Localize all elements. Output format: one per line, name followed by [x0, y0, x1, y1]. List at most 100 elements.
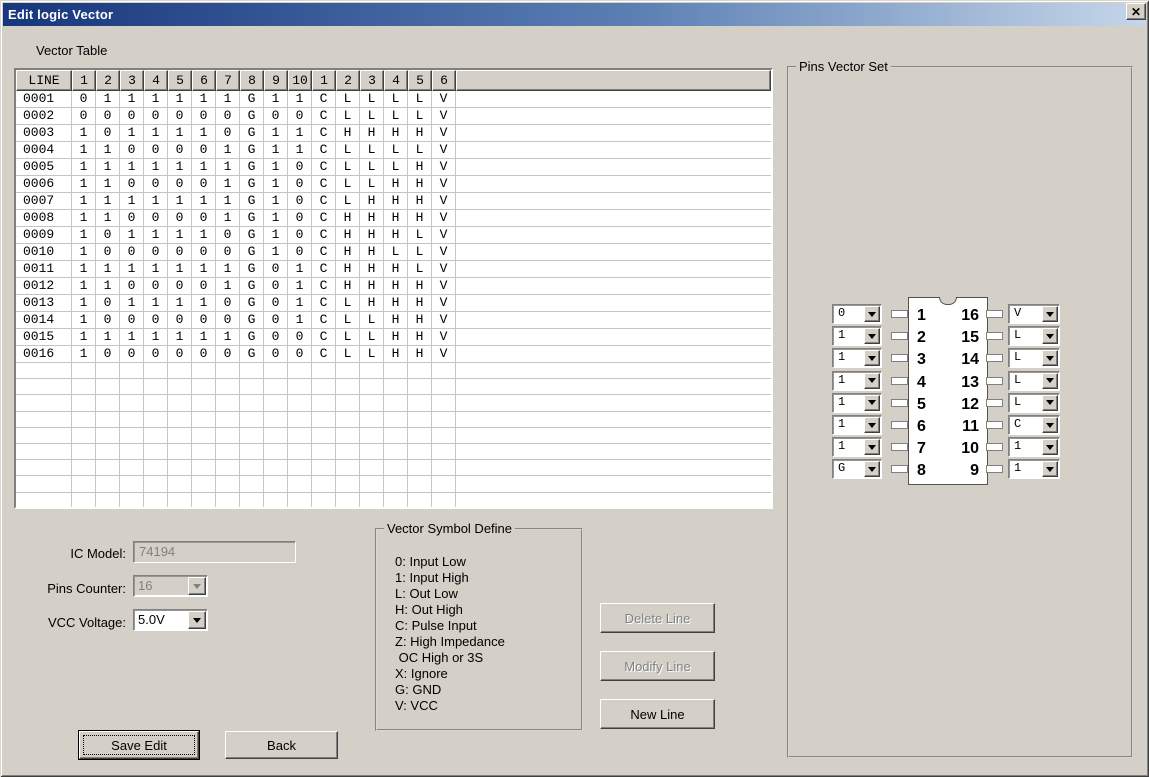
pin-7-select[interactable]: 1: [832, 437, 882, 458]
pin-9-select[interactable]: 1: [1008, 459, 1060, 480]
pin-4-select[interactable]: 1: [832, 370, 882, 391]
pin-2-select[interactable]: 1: [832, 326, 882, 347]
save-edit-button[interactable]: Save Edit: [79, 731, 199, 759]
table-row[interactable]: 0015 1 1 1 1 1 1 1 G 0 0 C L L H H V: [16, 329, 771, 346]
vector-cell: L: [360, 91, 384, 107]
pin-15-dropdown-button[interactable]: [1042, 328, 1058, 345]
vcc-voltage-dropdown-button[interactable]: [188, 611, 206, 629]
pin-9-dropdown-button[interactable]: [1042, 461, 1058, 478]
pin-5-value: 1: [834, 394, 864, 411]
vector-cell: 1: [192, 261, 216, 277]
pin-13-dropdown-button[interactable]: [1042, 372, 1058, 389]
empty-cell: [216, 411, 240, 427]
empty-cell: [384, 443, 408, 460]
empty-cell: [216, 395, 240, 411]
empty-cell: [408, 427, 432, 443]
line-number-cell: 0016: [16, 346, 72, 362]
pin-2-dropdown-button[interactable]: [864, 328, 880, 345]
table-row[interactable]: 0010 1 0 0 0 0 0 0 G 1 0 C H H L L V: [16, 244, 771, 261]
table-row[interactable]: 0013 1 0 1 1 1 1 0 G 0 1 C L H H H V: [16, 295, 771, 312]
pin-12-select[interactable]: L: [1008, 392, 1060, 413]
pin-11-dropdown-button[interactable]: [1042, 417, 1058, 433]
close-button[interactable]: ✕: [1126, 3, 1146, 20]
pin-14-dropdown-button[interactable]: [1042, 350, 1058, 367]
empty-cell: [264, 395, 288, 411]
back-button[interactable]: Back: [225, 731, 338, 759]
pin-6-dropdown-button[interactable]: [864, 417, 880, 433]
table-row[interactable]: 0008 1 1 0 0 0 0 1 G 1 0 C H H H H V: [16, 210, 771, 227]
empty-cell: [408, 379, 432, 395]
pin-5-select[interactable]: 1: [832, 392, 882, 413]
pin-15-select[interactable]: L: [1008, 326, 1060, 347]
table-row[interactable]: 0009 1 0 1 1 1 1 0 G 1 0 C H H H L V: [16, 227, 771, 244]
table-row[interactable]: 0005 1 1 1 1 1 1 1 G 1 0 C L L L H V: [16, 159, 771, 176]
pin-1-select[interactable]: 0: [832, 304, 882, 324]
pin-7-stub: [891, 443, 908, 452]
vector-cell: 1: [192, 91, 216, 107]
table-row[interactable]: 0002 0 0 0 0 0 0 0 G 0 0 C L L L L V: [16, 108, 771, 125]
vector-cell: 0: [216, 346, 240, 362]
vcc-voltage-select[interactable]: 5.0V: [133, 609, 208, 631]
pin-3-dropdown-button[interactable]: [864, 350, 880, 367]
pin-8-dropdown-button[interactable]: [864, 461, 880, 478]
pin-16-stub: [986, 310, 1003, 318]
empty-cell: [144, 411, 168, 427]
vector-cell: H: [384, 278, 408, 294]
pin-4-dropdown-button[interactable]: [864, 372, 880, 389]
pin-16-select[interactable]: V: [1008, 304, 1060, 324]
pin-10-select[interactable]: 1: [1008, 437, 1060, 458]
vector-cell: H: [408, 329, 432, 345]
column-header-16: 6: [432, 70, 456, 91]
table-row[interactable]: 0014 1 0 0 0 0 0 0 G 0 1 C L L H H V: [16, 312, 771, 329]
vector-cell: 1: [216, 210, 240, 226]
pin-13-select[interactable]: L: [1008, 370, 1060, 391]
pin-12-dropdown-button[interactable]: [1042, 394, 1058, 411]
pin-7-dropdown-button[interactable]: [864, 439, 880, 456]
pin-14-select[interactable]: L: [1008, 348, 1060, 369]
table-row[interactable]: 0003 1 0 1 1 1 1 0 G 1 1 C H H H H V: [16, 125, 771, 142]
pin-5-dropdown-button[interactable]: [864, 394, 880, 411]
pin-8-select[interactable]: G: [832, 459, 882, 480]
row-filler: [456, 125, 771, 141]
table-row[interactable]: 0007 1 1 1 1 1 1 1 G 1 0 C L H H H V: [16, 193, 771, 210]
pin-10-stub: [986, 443, 1003, 452]
table-row[interactable]: 0016 1 0 0 0 0 0 0 G 0 0 C L L H H V: [16, 346, 771, 363]
empty-cell: [432, 476, 456, 492]
vector-cell: L: [408, 108, 432, 124]
table-row[interactable]: 0006 1 1 0 0 0 0 1 G 1 0 C L L H H V: [16, 176, 771, 193]
new-line-button[interactable]: New Line: [600, 699, 715, 729]
vector-cell: 1: [72, 193, 96, 209]
empty-cell: [336, 443, 360, 460]
vector-cell: 1: [96, 176, 120, 192]
pin-14-stub: [986, 354, 1003, 363]
vector-cell: V: [432, 125, 456, 141]
row-filler: [456, 346, 771, 362]
table-row[interactable]: 0001 0 1 1 1 1 1 1 G 1 1 C L L L L V: [16, 91, 771, 108]
table-row[interactable]: 0012 1 1 0 0 0 0 1 G 0 1 C H H H H V: [16, 278, 771, 295]
table-row[interactable]: 0011 1 1 1 1 1 1 1 G 0 1 C H H H L V: [16, 261, 771, 278]
vector-cell: H: [408, 295, 432, 311]
vector-cell: L: [360, 176, 384, 192]
pin-10-dropdown-button[interactable]: [1042, 439, 1058, 456]
vector-cell: C: [312, 159, 336, 175]
vector-cell: 0: [216, 295, 240, 311]
empty-cell: [336, 411, 360, 427]
vector-cell: G: [240, 91, 264, 107]
empty-table-row: [16, 363, 771, 380]
vector-cell: 1: [264, 193, 288, 209]
vector-cell: V: [432, 159, 456, 175]
empty-cell: [216, 427, 240, 443]
vector-cell: 0: [288, 244, 312, 260]
pin-16-dropdown-button[interactable]: [1042, 306, 1058, 322]
vector-cell: H: [408, 278, 432, 294]
vector-cell: G: [240, 193, 264, 209]
pin-1-dropdown-button[interactable]: [864, 306, 880, 322]
empty-cell: [432, 379, 456, 395]
empty-cell: [360, 492, 384, 507]
line-number-cell: 0015: [16, 329, 72, 345]
pin-6-select[interactable]: 1: [832, 415, 882, 435]
empty-cell: [408, 476, 432, 492]
pin-3-select[interactable]: 1: [832, 348, 882, 369]
table-row[interactable]: 0004 1 1 0 0 0 0 1 G 1 1 C L L L L V: [16, 142, 771, 159]
pin-11-select[interactable]: C: [1008, 415, 1060, 435]
